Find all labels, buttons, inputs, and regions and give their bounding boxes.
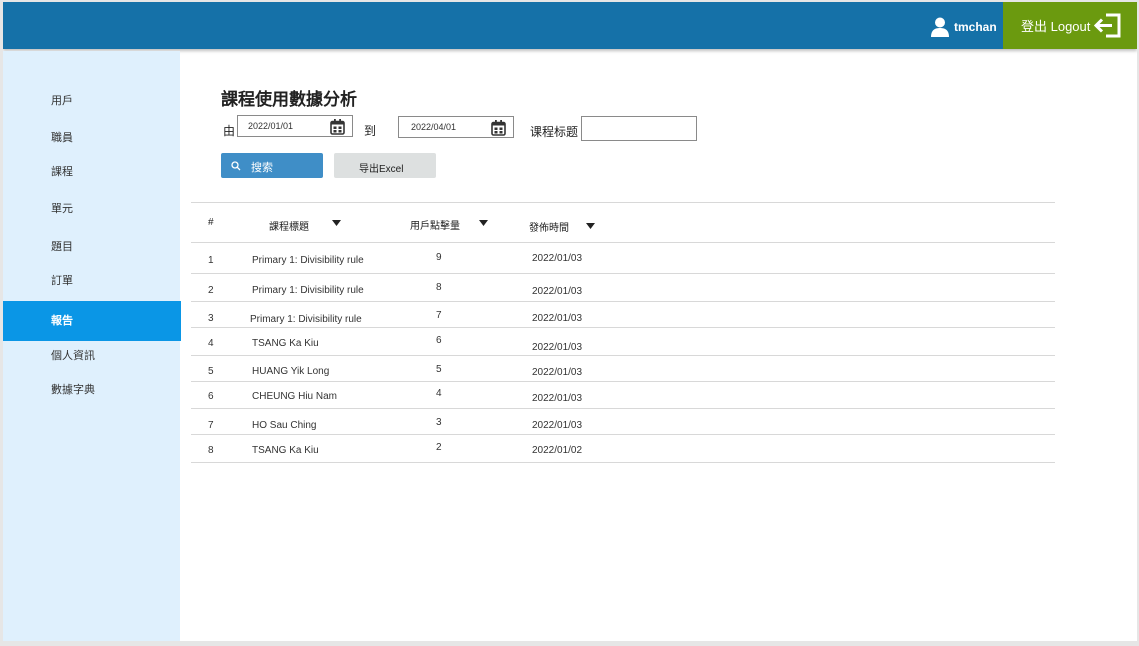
row-index: 3 xyxy=(208,313,214,324)
row-course-title: HO Sau Ching xyxy=(252,420,317,431)
row-course-title: HUANG Yik Long xyxy=(252,366,330,377)
sidebar-item-users[interactable]: 用戶 xyxy=(3,81,181,117)
row-index: 1 xyxy=(208,255,214,266)
export-excel-button[interactable]: 导出Excel xyxy=(334,153,436,178)
export-button-label: 导出Excel xyxy=(359,164,404,175)
column-header-publish-time: 發佈時間 xyxy=(529,223,569,234)
row-publish-date: 2022/01/03 xyxy=(532,253,583,264)
row-index: 8 xyxy=(208,445,214,456)
row-publish-date: 2022/01/02 xyxy=(532,445,583,456)
logout-icon xyxy=(1094,13,1121,38)
sort-down-icon[interactable] xyxy=(479,220,488,226)
from-date-value: 2022/01/01 xyxy=(248,121,294,131)
row-clicks: 8 xyxy=(436,282,442,293)
column-header-course-title: 課程標題 xyxy=(269,222,309,233)
row-publish-date: 2022/01/03 xyxy=(532,367,583,378)
search-button-label: 搜索 xyxy=(251,162,273,174)
course-title-label: 课程标题 xyxy=(530,125,579,139)
user-icon xyxy=(931,17,949,37)
row-index: 6 xyxy=(208,391,214,402)
row-publish-date: 2022/01/03 xyxy=(532,342,583,353)
row-course-title: Primary 1: Divisibility rule xyxy=(252,255,364,266)
sidebar-item-label: 報告 xyxy=(51,315,73,327)
from-date-field[interactable]: 2022/01/01 xyxy=(237,115,353,137)
sidebar-item-label: 數據字典 xyxy=(51,384,95,396)
sidebar-item-reports[interactable]: 報告 xyxy=(3,301,181,341)
row-clicks: 6 xyxy=(436,335,442,346)
sidebar-item-label: 職員 xyxy=(51,132,73,144)
row-clicks: 9 xyxy=(436,252,442,263)
search-icon xyxy=(231,161,241,171)
from-label: 由 xyxy=(223,124,236,138)
to-date-value: 2022/04/01 xyxy=(411,122,457,132)
sidebar-item-staff[interactable]: 職員 xyxy=(3,118,181,154)
row-clicks: 7 xyxy=(436,310,442,321)
row-index: 7 xyxy=(208,420,214,431)
sidebar-item-data-dictionary[interactable]: 數據字典 xyxy=(3,370,181,406)
sidebar-item-label: 單元 xyxy=(51,203,73,215)
row-index: 5 xyxy=(208,366,214,377)
calendar-icon[interactable] xyxy=(330,119,345,135)
sidebar-item-units[interactable]: 單元 xyxy=(3,189,181,225)
calendar-icon[interactable] xyxy=(491,120,506,136)
column-header-clicks: 用戶點擊量 xyxy=(410,221,460,232)
sidebar-item-courses[interactable]: 課程 xyxy=(3,152,181,188)
sidebar-item-profile[interactable]: 個人資訊 xyxy=(3,336,181,372)
to-label: 到 xyxy=(364,124,377,138)
search-button[interactable]: 搜索 xyxy=(221,153,323,178)
row-index: 4 xyxy=(208,338,214,349)
row-publish-date: 2022/01/03 xyxy=(532,420,583,431)
sort-down-icon[interactable] xyxy=(332,220,341,226)
row-publish-date: 2022/01/03 xyxy=(532,313,583,324)
page-title: 課程使用數據分析 xyxy=(221,90,357,109)
username-label: tmchan xyxy=(954,20,997,34)
table-divider xyxy=(191,242,1055,243)
sidebar-item-questions[interactable]: 題目 xyxy=(3,227,181,263)
table-divider xyxy=(191,202,1055,203)
table-divider xyxy=(191,434,1055,435)
table-divider xyxy=(191,381,1055,382)
column-header-index: # xyxy=(208,217,214,228)
row-publish-date: 2022/01/03 xyxy=(532,286,583,297)
sidebar-item-label: 個人資訊 xyxy=(51,350,95,362)
row-course-title: CHEUNG Hiu Nam xyxy=(252,391,338,402)
sidebar-item-label: 題目 xyxy=(51,241,73,253)
table-divider xyxy=(191,327,1055,328)
table-divider xyxy=(191,301,1055,302)
table-divider xyxy=(191,408,1055,409)
course-title-input[interactable] xyxy=(581,116,697,141)
row-clicks: 4 xyxy=(436,388,442,399)
sidebar-item-label: 用戶 xyxy=(51,95,73,107)
top-header: tmchan 登出 Logout xyxy=(3,2,1137,49)
row-course-title: TSANG Ka Kiu xyxy=(252,338,319,349)
row-index: 2 xyxy=(208,285,214,296)
table-divider xyxy=(191,273,1055,274)
to-date-field[interactable]: 2022/04/01 xyxy=(398,116,514,138)
sidebar: 用戶 職員 課程 單元 題目 訂單 報告 個人資訊 數據字典 xyxy=(3,51,181,641)
row-course-title: Primary 1: Divisibility rule xyxy=(250,314,362,325)
app-window: tmchan 登出 Logout 用戶 職員 課程 單元 題目 訂單 報告 個人… xyxy=(3,2,1137,641)
logout-button[interactable]: 登出 Logout xyxy=(1003,2,1137,49)
row-clicks: 2 xyxy=(436,442,442,453)
table-divider xyxy=(191,462,1055,463)
row-clicks: 3 xyxy=(436,417,442,428)
sidebar-item-label: 訂單 xyxy=(51,275,73,287)
sort-down-icon[interactable] xyxy=(586,223,595,229)
logout-label: 登出 Logout xyxy=(1021,19,1091,34)
row-course-title: TSANG Ka Kiu xyxy=(252,445,319,456)
sidebar-item-orders[interactable]: 訂單 xyxy=(3,261,181,297)
row-course-title: Primary 1: Divisibility rule xyxy=(252,285,364,296)
user-menu[interactable]: tmchan xyxy=(931,16,997,38)
row-publish-date: 2022/01/03 xyxy=(532,393,583,404)
sidebar-item-label: 課程 xyxy=(51,166,73,178)
row-clicks: 5 xyxy=(436,364,442,375)
table-divider xyxy=(191,355,1055,356)
